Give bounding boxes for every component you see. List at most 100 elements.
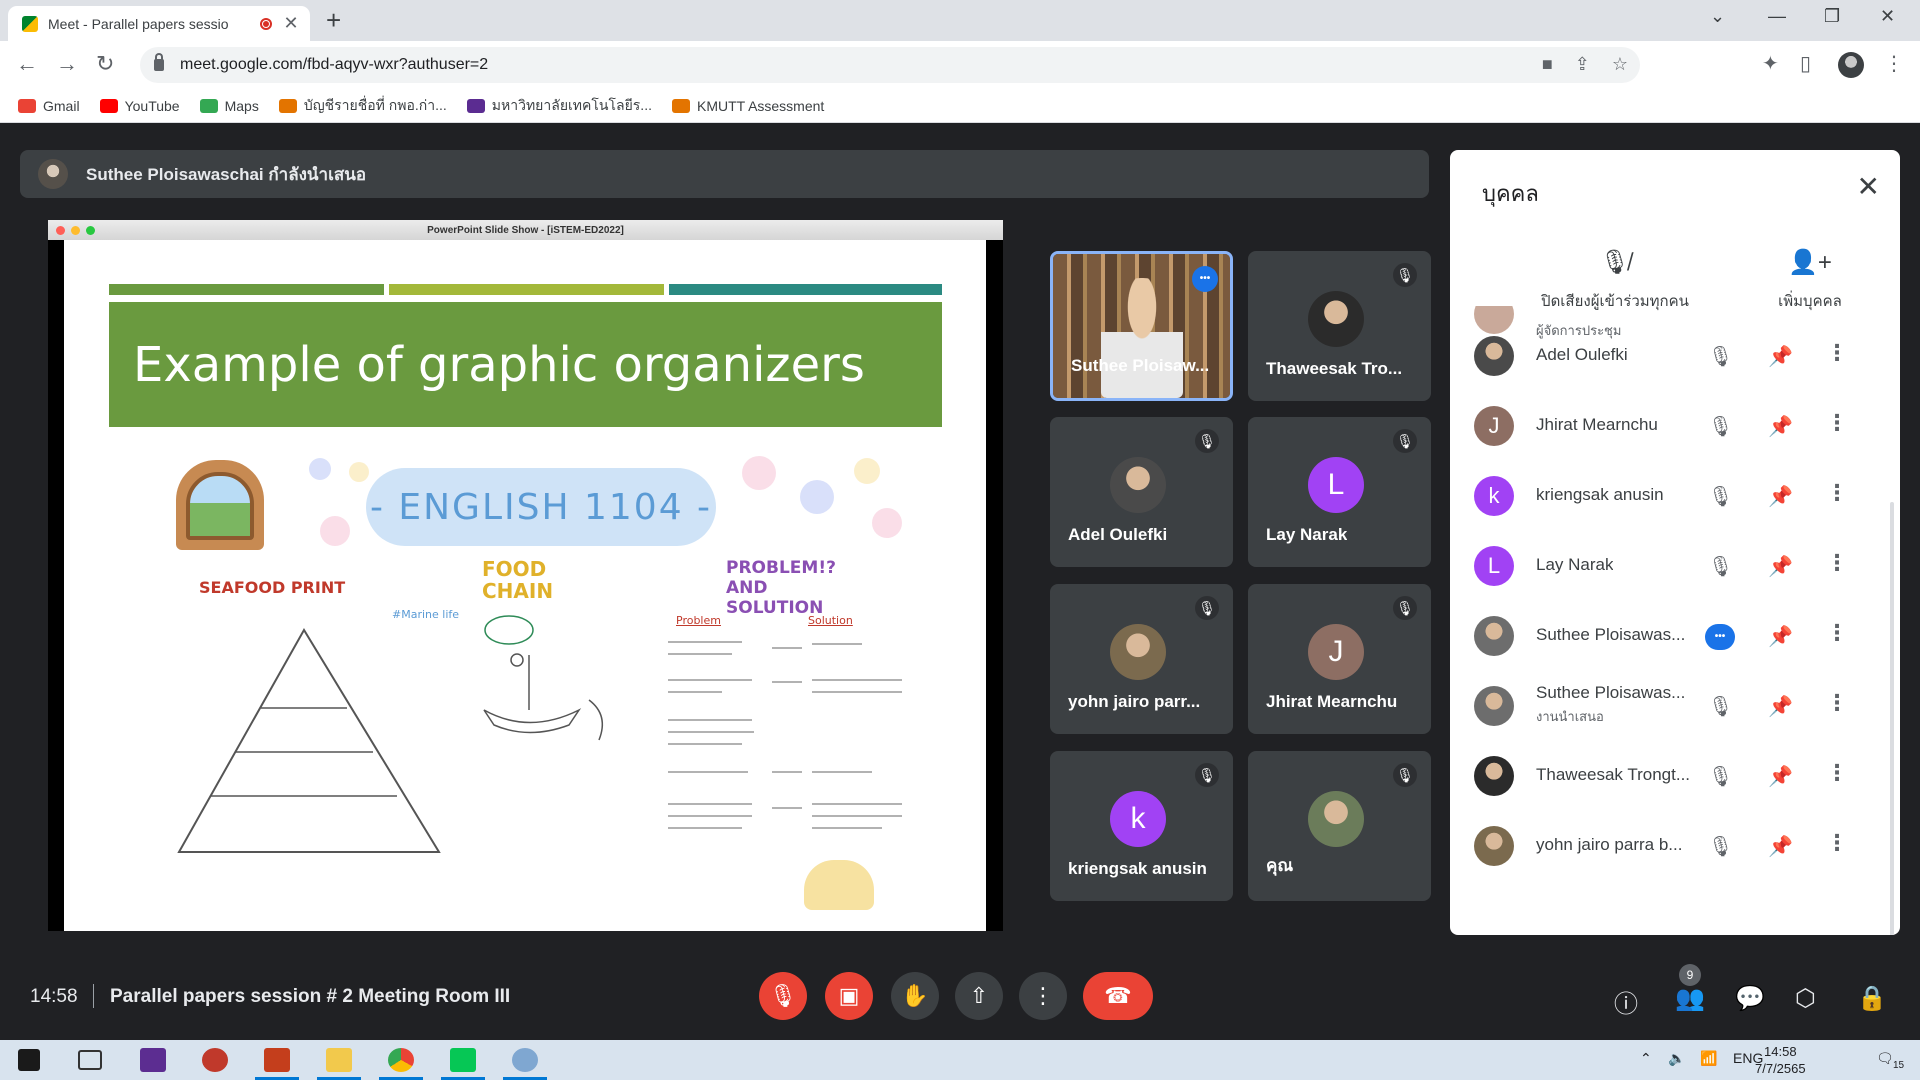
lock-icon[interactable] <box>154 53 164 71</box>
pin-icon[interactable]: 📌 <box>1768 694 1793 719</box>
system-clock[interactable]: 14:58 7/7/2565 <box>1755 1043 1806 1077</box>
notification-icon[interactable]: 🗨 <box>1876 1050 1894 1067</box>
mic-off-icon[interactable]: 🎙︎ <box>1708 344 1733 369</box>
participant-tile[interactable]: 🎙︎ คุณ <box>1248 751 1431 901</box>
more-options-button[interactable]: ⋮ <box>1019 972 1067 1020</box>
task-view-icon[interactable] <box>78 1050 102 1070</box>
extensions-icon[interactable]: ✦ <box>1762 51 1779 76</box>
mic-off-icon[interactable]: 🎙︎ <box>1708 764 1733 789</box>
address-bar[interactable]: meet.google.com/fbd-aqyv-wxr?authuser=2 … <box>140 47 1640 83</box>
meeting-info-icon[interactable]: ⓘ <box>1614 984 1638 1019</box>
bookmark-item[interactable]: มหาวิทยาลัยเทคโนโลยีร... <box>466 95 652 117</box>
bookmark-item[interactable]: Maps <box>199 98 259 114</box>
leave-call-button[interactable]: ☎ <box>1083 972 1153 1020</box>
more-vert-icon[interactable]: ⋮ <box>1826 480 1848 506</box>
participant-tile[interactable]: 🎙︎ yohn jairo parr... <box>1050 584 1233 734</box>
more-vert-icon[interactable]: ⋮ <box>1826 690 1848 716</box>
activities-icon[interactable]: ⬡ <box>1795 984 1816 1013</box>
participant-tile[interactable]: 🎙︎ Adel Oulefki <box>1050 417 1233 567</box>
new-tab-button[interactable]: + <box>326 7 341 33</box>
participant-row[interactable]: Adel Oulefki 🎙︎ 📌 ⋮ <box>1450 320 1900 390</box>
more-vert-icon[interactable]: ⋮ <box>1826 550 1848 576</box>
forward-arrow-icon[interactable]: → <box>56 51 78 77</box>
more-vert-icon[interactable]: ⋮ <box>1826 340 1848 366</box>
back-arrow-icon[interactable]: ← <box>16 51 38 77</box>
minimize-button[interactable]: — <box>1768 6 1786 27</box>
app-icon[interactable] <box>202 1048 228 1072</box>
mic-toggle-button[interactable]: 🎙︎ <box>759 972 807 1020</box>
present-button[interactable]: ⇧ <box>955 972 1003 1020</box>
participant-tile[interactable]: L 🎙︎ Lay Narak <box>1248 417 1431 567</box>
mic-off-icon[interactable]: 🎙︎ <box>1708 414 1733 439</box>
participant-list[interactable]: ผู้จัดการประชุม Adel Oulefki 🎙︎ 📌 ⋮ J Jhirat … <box>1450 306 1900 935</box>
lamp-illustration <box>804 860 874 910</box>
pin-icon[interactable]: 📌 <box>1768 834 1793 859</box>
more-vert-icon[interactable]: ⋮ <box>1826 760 1848 786</box>
mic-off-icon[interactable]: 🎙︎ <box>1708 484 1733 509</box>
powerpoint-icon[interactable] <box>264 1048 290 1072</box>
reload-icon[interactable]: ↻ <box>96 51 114 77</box>
participant-row[interactable]: k kriengsak anusin 🎙︎ 📌 ⋮ <box>1450 460 1900 530</box>
presentation-window[interactable]: PowerPoint Slide Show - [iSTEM-ED2022] E… <box>48 220 1003 931</box>
visual-studio-icon[interactable] <box>140 1048 166 1072</box>
file-explorer-icon[interactable] <box>326 1048 352 1072</box>
participant-row[interactable]: L Lay Narak 🎙︎ 📌 ⋮ <box>1450 530 1900 600</box>
add-people-button[interactable]: 👤+ เพิ่มบุคคล <box>1750 248 1870 313</box>
participant-row[interactable]: yohn jairo parra b... 🎙︎ 📌 ⋮ <box>1450 810 1900 880</box>
panel-scrollbar[interactable] <box>1890 502 1894 935</box>
participant-row[interactable]: Suthee Ploisawas... ••• 📌 ⋮ <box>1450 600 1900 670</box>
mic-off-icon[interactable]: 🎙︎ <box>1708 554 1733 579</box>
mic-off-icon[interactable]: 🎙︎ <box>1708 834 1733 859</box>
muted-mic-icon: 🎙︎ <box>1195 763 1219 787</box>
participant-row[interactable]: Suthee Ploisawas... งานนำเสนอ 🎙︎ 📌 ⋮ <box>1450 670 1900 740</box>
browser-tab-meet[interactable]: Meet - Parallel papers sessio ✕ <box>8 6 310 41</box>
pin-icon[interactable]: 📌 <box>1768 484 1793 509</box>
wifi-icon[interactable]: 📶 <box>1700 1050 1717 1067</box>
side-panel-icon[interactable]: ▯ <box>1800 51 1811 76</box>
maximize-button[interactable]: ❐ <box>1824 6 1840 27</box>
participant-row[interactable]: Thaweesak Trongt... 🎙︎ 📌 ⋮ <box>1450 740 1900 810</box>
paint-icon[interactable] <box>512 1048 538 1072</box>
mic-off-icon[interactable]: 🎙︎ <box>1708 694 1733 719</box>
bookmark-item[interactable]: บัญชีรายชื่อที่ กพอ.ก่า... <box>278 95 447 117</box>
more-vert-icon[interactable]: ⋮ <box>1826 410 1848 436</box>
windows-start-icon[interactable] <box>18 1049 40 1071</box>
profile-avatar[interactable] <box>1838 52 1864 78</box>
chrome-menu-icon[interactable]: ⋮ <box>1884 51 1904 76</box>
bookmark-item[interactable]: KMUTT Assessment <box>671 98 824 114</box>
share-icon[interactable]: ⇪ <box>1575 54 1590 75</box>
line-icon[interactable] <box>450 1048 476 1072</box>
pin-icon[interactable]: 📌 <box>1768 624 1793 649</box>
host-controls-icon[interactable]: 🔒 <box>1857 984 1887 1013</box>
people-icon[interactable]: 👥 <box>1675 984 1705 1013</box>
chrome-taskbar-icon[interactable] <box>388 1048 414 1072</box>
participant-avatar: J <box>1308 624 1364 680</box>
mute-all-button[interactable]: 🎙︎̸ ปิดเสียงผู้เข้าร่วมทุกคน <box>1510 248 1720 313</box>
pin-icon[interactable]: 📌 <box>1768 554 1793 579</box>
close-panel-icon[interactable]: ✕ <box>1857 170 1880 203</box>
tab-search-icon[interactable]: ⌄ <box>1710 6 1725 27</box>
participant-tile[interactable]: ••• Suthee Ploisaw... <box>1050 251 1233 401</box>
speaking-indicator-icon[interactable]: ••• <box>1192 266 1218 292</box>
participant-tile[interactable]: 🎙︎ Thaweesak Tro... <box>1248 251 1431 401</box>
slide-stripe <box>109 284 384 295</box>
bookmark-star-icon[interactable]: ☆ <box>1612 54 1628 75</box>
pin-icon[interactable]: 📌 <box>1768 414 1793 439</box>
close-tab-icon[interactable]: ✕ <box>282 13 300 34</box>
participant-tile[interactable]: J 🎙︎ Jhirat Mearnchu <box>1248 584 1431 734</box>
more-vert-icon[interactable]: ⋮ <box>1826 620 1848 646</box>
pin-icon[interactable]: 📌 <box>1768 764 1793 789</box>
close-window-button[interactable]: ✕ <box>1880 6 1895 27</box>
camera-icon[interactable]: ■ <box>1542 54 1553 75</box>
pin-icon[interactable]: 📌 <box>1768 344 1793 369</box>
raise-hand-button[interactable]: ✋ <box>891 972 939 1020</box>
participant-row[interactable]: J Jhirat Mearnchu 🎙︎ 📌 ⋮ <box>1450 390 1900 460</box>
camera-toggle-button[interactable]: ▣ <box>825 972 873 1020</box>
participant-tile[interactable]: k 🎙︎ kriengsak anusin <box>1050 751 1233 901</box>
tray-overflow-icon[interactable]: ⌃ <box>1640 1050 1652 1067</box>
bookmark-item[interactable]: YouTube <box>99 98 180 114</box>
volume-icon[interactable]: 🔈 <box>1668 1050 1685 1067</box>
chat-icon[interactable]: 💬 <box>1735 984 1765 1013</box>
more-vert-icon[interactable]: ⋮ <box>1826 830 1848 856</box>
bookmark-item[interactable]: Gmail <box>18 98 80 114</box>
